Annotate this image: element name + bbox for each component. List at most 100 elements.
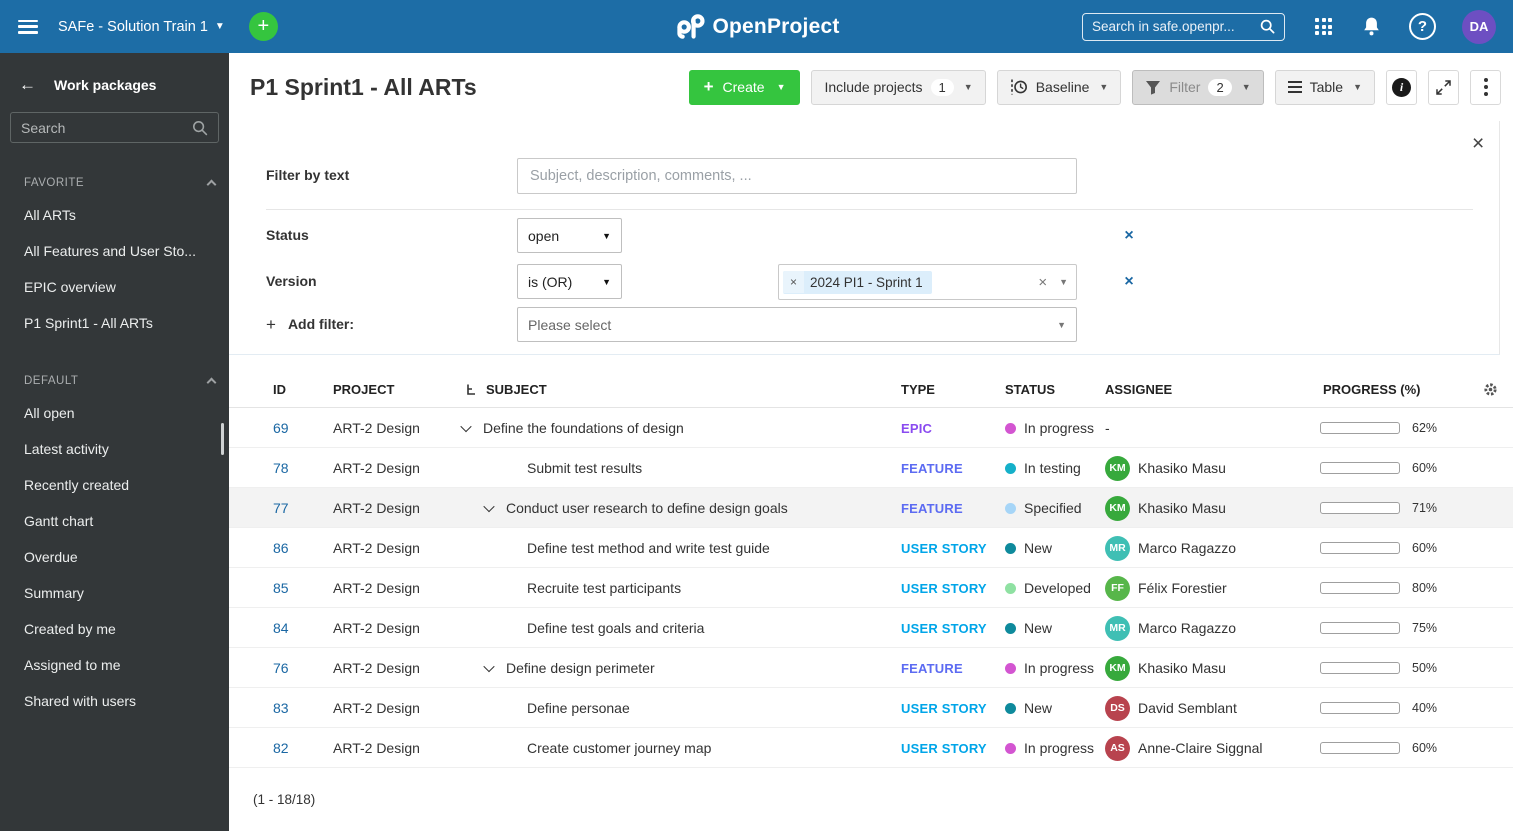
collapse-chevron-icon[interactable] — [483, 500, 495, 513]
filter-text-input[interactable]: Subject, description, comments, ... — [517, 158, 1077, 194]
work-package-id-link[interactable]: 86 — [273, 528, 289, 568]
column-header-project[interactable]: PROJECT — [333, 371, 394, 408]
table-row[interactable]: 69 ART-2 Design Define the foundations of … — [229, 408, 1513, 448]
remove-status-filter-icon[interactable]: × — [1119, 218, 1139, 253]
table-row[interactable]: 85 ART-2 Design Recruite test participants… — [229, 568, 1513, 608]
work-package-id-link[interactable]: 85 — [273, 568, 289, 608]
assignee-cell[interactable]: - — [1105, 408, 1110, 448]
type-cell[interactable]: USER STORY — [901, 568, 987, 608]
type-cell[interactable]: USER STORY — [901, 688, 987, 728]
add-filter-button[interactable]: + Add filter: — [266, 307, 354, 342]
work-package-id-link[interactable]: 69 — [273, 408, 289, 448]
table-row[interactable]: 77 ART-2 Design Conduct user research to d… — [229, 488, 1513, 528]
hierarchy-icon[interactable] — [465, 371, 478, 408]
table-row[interactable]: 76 ART-2 Design Define design perimeter FEA… — [229, 648, 1513, 688]
sidebar-item-all-arts[interactable]: All ARTs — [0, 197, 229, 233]
table-row[interactable]: 86 ART-2 Design Define test method and wri… — [229, 528, 1513, 568]
type-cell[interactable]: FEATURE — [901, 648, 963, 688]
assignee-cell[interactable]: MR Marco Ragazzo — [1105, 528, 1236, 568]
subject-cell[interactable]: Define design perimeter — [450, 648, 893, 688]
work-package-id-link[interactable]: 76 — [273, 648, 289, 688]
sidebar-item-gantt-chart[interactable]: Gantt chart — [0, 503, 229, 539]
global-search-input[interactable]: Search in safe.openpr... — [1082, 12, 1285, 41]
sidebar-item-assigned-to-me[interactable]: Assigned to me — [0, 647, 229, 683]
subject-cell[interactable]: Submit test results — [450, 448, 893, 488]
notifications-bell-icon[interactable] — [1362, 16, 1381, 37]
type-cell[interactable]: USER STORY — [901, 608, 987, 648]
collapse-chevron-icon[interactable] — [483, 660, 495, 673]
status-operator-select[interactable]: open ▼ — [517, 218, 622, 253]
modules-grid-icon[interactable] — [1315, 18, 1332, 35]
status-cell[interactable]: Specified — [1005, 488, 1082, 528]
version-operator-select[interactable]: is (OR) ▼ — [517, 264, 622, 299]
sidebar-item-summary[interactable]: Summary — [0, 575, 229, 611]
filter-button[interactable]: Filter 2 ▼ — [1132, 69, 1264, 105]
status-cell[interactable]: In progress — [1005, 728, 1094, 768]
type-cell[interactable]: USER STORY — [901, 528, 987, 568]
sidebar-item-p1-sprint1-all-arts[interactable]: P1 Sprint1 - All ARTs — [0, 305, 229, 341]
subject-cell[interactable]: Define test goals and criteria — [450, 608, 893, 648]
baseline-button[interactable]: Baseline ▼ — [996, 69, 1122, 105]
work-package-id-link[interactable]: 84 — [273, 608, 289, 648]
sidebar-item-all-features-and-user-sto[interactable]: All Features and User Sto... — [0, 233, 229, 269]
column-header-assignee[interactable]: ASSIGNEE — [1105, 371, 1172, 408]
version-value-select[interactable]: × 2024 PI1 - Sprint 1 × ▼ — [778, 264, 1077, 300]
more-options-button[interactable] — [1470, 69, 1501, 105]
assignee-cell[interactable]: FF Félix Forestier — [1105, 568, 1227, 608]
status-cell[interactable]: In progress — [1005, 408, 1094, 448]
sidebar-item-epic-overview[interactable]: EPIC overview — [0, 269, 229, 305]
info-button[interactable]: i — [1386, 69, 1417, 105]
work-package-id-link[interactable]: 82 — [273, 728, 289, 768]
subject-cell[interactable]: Conduct user research to define design g… — [450, 488, 893, 528]
subject-cell[interactable]: Recruite test participants — [450, 568, 893, 608]
back-arrow-icon[interactable]: ← — [19, 75, 36, 95]
sidebar-item-latest-activity[interactable]: Latest activity — [0, 431, 229, 467]
assignee-cell[interactable]: KM Khasiko Masu — [1105, 448, 1226, 488]
status-cell[interactable]: New — [1005, 608, 1052, 648]
type-cell[interactable]: EPIC — [901, 408, 932, 448]
type-cell[interactable]: FEATURE — [901, 448, 963, 488]
add-filter-select[interactable]: Please select ▼ — [517, 307, 1077, 342]
help-icon[interactable]: ? — [1409, 13, 1436, 40]
status-cell[interactable]: In progress — [1005, 648, 1094, 688]
sidebar-item-all-open[interactable]: All open — [0, 395, 229, 431]
type-cell[interactable]: FEATURE — [901, 488, 963, 528]
sidebar-item-shared-with-users[interactable]: Shared with users — [0, 683, 229, 719]
sidebar-section-header[interactable]: FAVORITE — [0, 169, 229, 197]
status-cell[interactable]: New — [1005, 688, 1052, 728]
subject-cell[interactable]: Define test method and write test guide — [450, 528, 893, 568]
main-menu-icon[interactable] — [18, 19, 38, 34]
status-cell[interactable]: New — [1005, 528, 1052, 568]
sidebar-section-header[interactable]: DEFAULT — [0, 367, 229, 395]
collapse-chevron-icon[interactable] — [460, 420, 472, 433]
column-header-progress[interactable]: PROGRESS (%) — [1323, 371, 1421, 408]
column-settings-gear-icon[interactable] — [1483, 371, 1498, 408]
column-header-status[interactable]: STATUS — [1005, 371, 1055, 408]
fullscreen-button[interactable] — [1428, 69, 1459, 105]
view-mode-button[interactable]: Table ▼ — [1274, 69, 1375, 105]
subject-cell[interactable]: Define the foundations of design — [450, 408, 893, 448]
assignee-cell[interactable]: MR Marco Ragazzo — [1105, 608, 1236, 648]
project-selector[interactable]: SAFe - Solution Train 1 ▼ — [58, 19, 225, 35]
sidebar-scrollbar[interactable] — [221, 423, 224, 455]
sidebar-search-input[interactable]: Search — [10, 112, 219, 143]
close-filter-panel-icon[interactable]: × — [1472, 133, 1484, 154]
table-row[interactable]: 83 ART-2 Design Define personae USER STORY N… — [229, 688, 1513, 728]
subject-cell[interactable]: Create customer journey map — [450, 728, 893, 768]
sidebar-item-created-by-me[interactable]: Created by me — [0, 611, 229, 647]
create-button[interactable]: + Create ▼ — [688, 69, 801, 105]
work-package-id-link[interactable]: 77 — [273, 488, 289, 528]
assignee-cell[interactable]: DS David Semblant — [1105, 688, 1237, 728]
column-header-subject[interactable]: SUBJECT — [486, 371, 547, 408]
subject-cell[interactable]: Define personae — [450, 688, 893, 728]
work-package-id-link[interactable]: 83 — [273, 688, 289, 728]
status-cell[interactable]: In testing — [1005, 448, 1081, 488]
table-row[interactable]: 78 ART-2 Design Submit test results FEATURE… — [229, 448, 1513, 488]
work-package-id-link[interactable]: 78 — [273, 448, 289, 488]
chip-remove-icon[interactable]: × — [783, 271, 805, 293]
status-cell[interactable]: Developed — [1005, 568, 1091, 608]
table-row[interactable]: 84 ART-2 Design Define test goals and crit… — [229, 608, 1513, 648]
assignee-cell[interactable]: KM Khasiko Masu — [1105, 648, 1226, 688]
assignee-cell[interactable]: AS Anne-Claire Siggnal — [1105, 728, 1263, 768]
type-cell[interactable]: USER STORY — [901, 728, 987, 768]
